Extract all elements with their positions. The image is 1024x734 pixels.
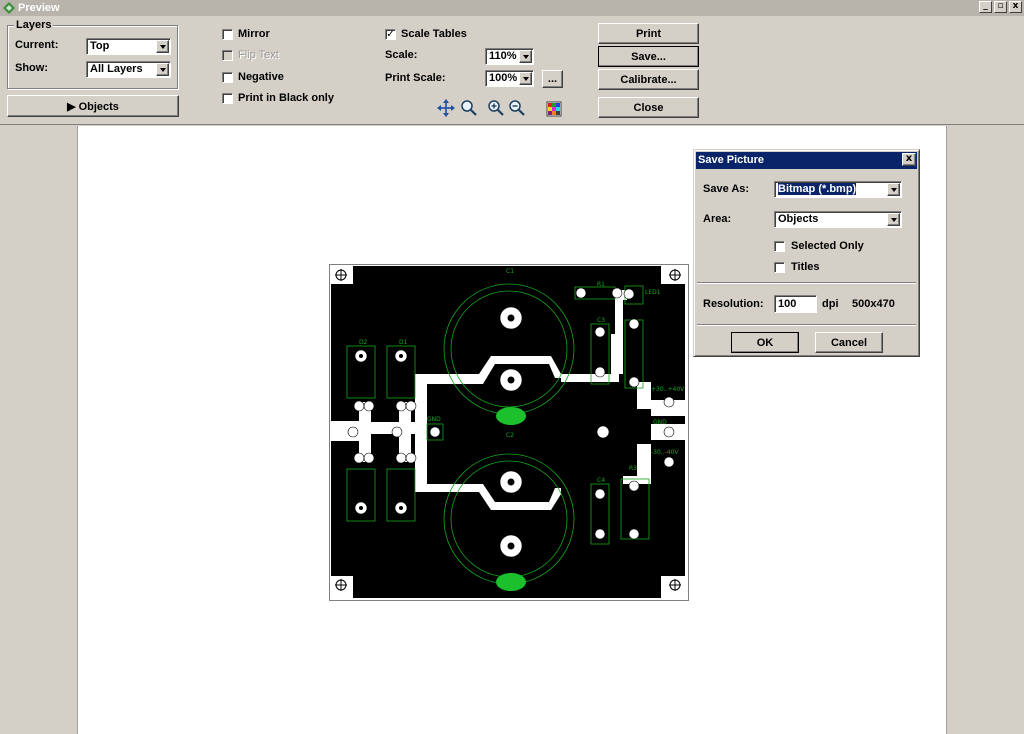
pcb-label-c4: C4 [597, 477, 605, 484]
pcb-label-d1: D1 [399, 339, 408, 346]
chevron-down-icon[interactable] [156, 63, 169, 76]
scale-tables-label: Scale Tables [401, 28, 467, 40]
selected-only-label: Selected Only [791, 240, 864, 252]
window-title: Preview [18, 2, 60, 14]
save-as-select[interactable]: Bitmap (*.bmp) [774, 181, 902, 198]
calibrate-button[interactable]: Calibrate... [598, 69, 699, 90]
chevron-down-icon[interactable] [519, 50, 532, 63]
color-palette-icon[interactable] [545, 100, 563, 118]
zoom-out-icon[interactable] [508, 99, 526, 117]
chevron-down-icon[interactable] [156, 40, 169, 53]
ok-button[interactable]: OK [731, 332, 799, 353]
pcb-label-plus-out: +30..+40V [651, 386, 685, 393]
zoom-icon[interactable] [460, 99, 478, 117]
flip-text-label: Flip Text [238, 49, 279, 61]
restore-button[interactable]: ▫ [994, 1, 1007, 13]
current-layer-select[interactable]: Top [86, 38, 171, 55]
current-layer-value: Top [90, 40, 110, 52]
resolution-input[interactable]: 100 [774, 295, 817, 313]
pcb-label-c2: C2 [506, 432, 514, 439]
mirror-label: Mirror [238, 28, 270, 40]
output-size-label: 500x470 [852, 298, 895, 310]
chevron-down-icon[interactable] [887, 213, 900, 226]
print-scale-label: Print Scale: [385, 72, 446, 84]
pcb-label-gnd: GND [653, 419, 667, 426]
titles-label: Titles [791, 261, 820, 273]
close-button[interactable]: Close [598, 97, 699, 118]
save-as-label: Save As: [703, 183, 750, 195]
dpi-label: dpi [822, 298, 839, 310]
layers-group-label: Layers [14, 19, 54, 31]
dialog-separator [697, 324, 916, 326]
scale-value: 110% [489, 50, 517, 62]
pcb-label-minus-out: -30..-40V [651, 449, 679, 456]
close-window-button[interactable]: x [1009, 1, 1022, 13]
titles-checkbox[interactable] [774, 262, 785, 273]
save-button[interactable]: Save... [598, 46, 699, 67]
print-black-checkbox[interactable] [222, 93, 233, 104]
scale-select[interactable]: 110% [485, 48, 534, 65]
pcb-label-d2: D2 [359, 339, 368, 346]
selected-only-checkbox[interactable] [774, 241, 785, 252]
print-scale-browse-button[interactable]: ... [542, 70, 563, 88]
pcb-label-r3: R3 [629, 465, 637, 472]
resolution-label: Resolution: [703, 298, 764, 310]
area-label: Area: [703, 213, 732, 225]
show-layers-value: All Layers [90, 63, 143, 75]
pcb-label-c3: C3 [597, 317, 605, 324]
app-icon [3, 2, 15, 14]
chevron-down-icon[interactable] [887, 183, 900, 196]
negative-checkbox[interactable] [222, 72, 233, 83]
print-button[interactable]: Print [598, 23, 699, 44]
zoom-in-icon[interactable] [487, 99, 505, 117]
scale-label: Scale: [385, 49, 418, 61]
dialog-close-button[interactable]: x [902, 153, 916, 166]
area-value: Objects [778, 213, 819, 225]
chevron-down-icon[interactable] [519, 72, 532, 85]
cancel-button[interactable]: Cancel [815, 332, 883, 353]
show-layers-select[interactable]: All Layers [86, 61, 171, 78]
save-picture-dialog: Save Picture x Save As: Bitmap (*.bmp) A… [693, 149, 920, 357]
pcb-layout: C1 C2 C3 C4 D2 D1 R1 R3 LED1 +30..+40V G… [329, 264, 689, 601]
layers-group: Layers [7, 19, 178, 89]
show-layers-label: Show: [15, 62, 48, 74]
scale-tables-checkbox[interactable]: ✓ [385, 29, 396, 40]
print-scale-select[interactable]: 100% [485, 70, 534, 87]
objects-button[interactable]: ▶ Objects [7, 95, 179, 117]
window-title-bar: Preview _ ▫ x [0, 0, 1024, 16]
current-layer-label: Current: [15, 39, 59, 51]
mirror-checkbox[interactable] [222, 29, 233, 40]
print-scale-value: 100% [489, 72, 518, 84]
dialog-title: Save Picture [696, 152, 917, 169]
save-as-value: Bitmap (*.bmp) [778, 183, 857, 195]
print-black-label: Print in Black only [238, 92, 334, 104]
pcb-label-c1: C1 [506, 268, 514, 275]
dialog-separator [697, 282, 916, 284]
area-select[interactable]: Objects [774, 211, 902, 228]
negative-label: Negative [238, 71, 284, 83]
pcb-label-r1: R1 [597, 281, 605, 288]
pcb-label-led1: LED1 [645, 289, 661, 296]
pcb-label-gnd-in: GND [427, 416, 441, 423]
flip-text-checkbox [222, 50, 233, 61]
move-icon[interactable] [437, 99, 455, 117]
minimize-button[interactable]: _ [979, 1, 992, 13]
